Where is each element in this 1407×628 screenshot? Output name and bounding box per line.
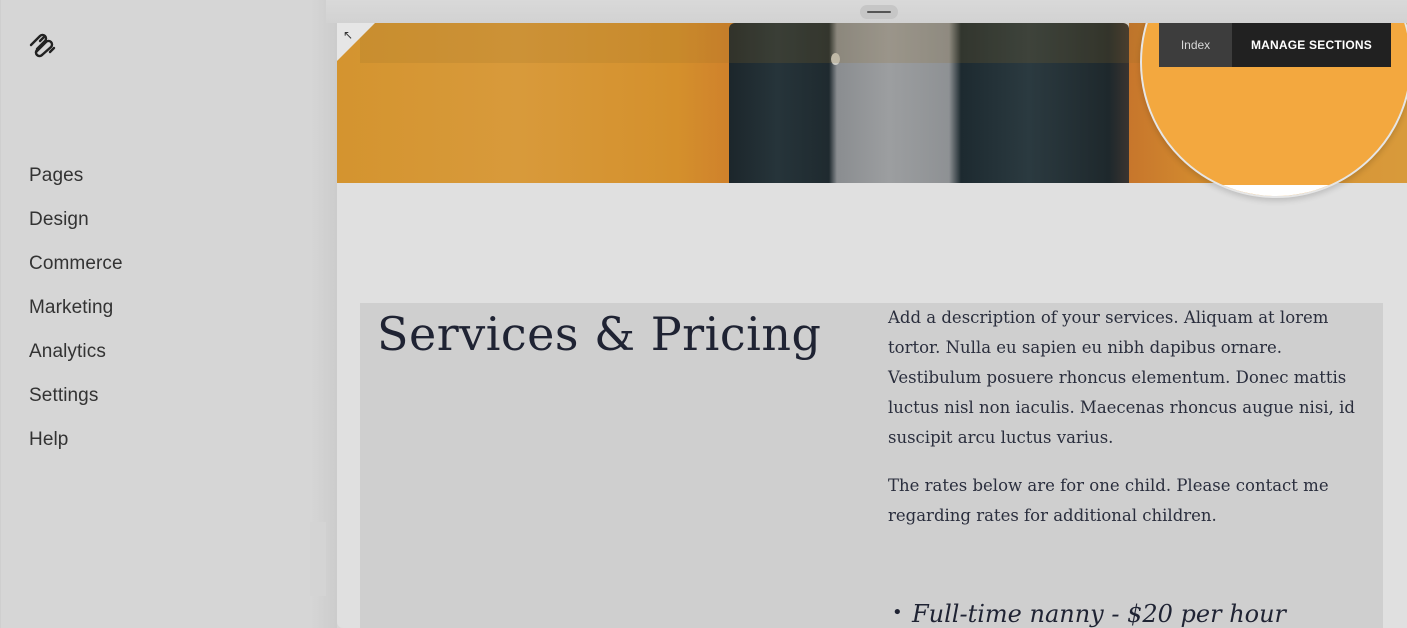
nav-item-settings[interactable]: Settings [29, 384, 123, 428]
services-section[interactable]: Services & Pricing Add a description of … [360, 303, 1383, 628]
manage-sections-button[interactable]: MANAGE SECTIONS [1232, 23, 1391, 67]
nav-item-commerce[interactable]: Commerce [29, 252, 123, 296]
description-paragraph: Add a description of your services. Aliq… [888, 308, 1355, 447]
sidebar-resize-tab[interactable] [310, 522, 326, 596]
rate-item: Full-time nanny - $20 per hour [892, 600, 1286, 628]
site-preview: ↖ Index MANAGE SECTIONS Services & Prici… [337, 23, 1407, 628]
spotlight-lower-area [1142, 185, 1407, 196]
rates-note-paragraph: The rates below are for one child. Pleas… [888, 476, 1329, 525]
collapse-arrow-icon[interactable]: ↖ [343, 29, 355, 41]
section-toolbar: Index MANAGE SECTIONS [1159, 23, 1391, 67]
nav-item-analytics[interactable]: Analytics [29, 340, 123, 384]
rates-list: Full-time nanny - $20 per hour [892, 600, 1286, 628]
main-nav: Pages Design Commerce Marketing Analytic… [29, 164, 123, 472]
nav-item-marketing[interactable]: Marketing [29, 296, 123, 340]
nav-item-design[interactable]: Design [29, 208, 123, 252]
nav-item-pages[interactable]: Pages [29, 164, 123, 208]
nav-item-help[interactable]: Help [29, 428, 123, 472]
section-description: Add a description of your services. Aliq… [888, 303, 1368, 549]
page-index-button[interactable]: Index [1159, 23, 1232, 67]
sidebar: Pages Design Commerce Marketing Analytic… [0, 0, 326, 628]
squarespace-logo-icon[interactable] [28, 31, 58, 59]
section-title: Services & Pricing [377, 307, 822, 361]
preview-top-bar [326, 0, 1407, 23]
drag-handle[interactable] [860, 5, 898, 19]
